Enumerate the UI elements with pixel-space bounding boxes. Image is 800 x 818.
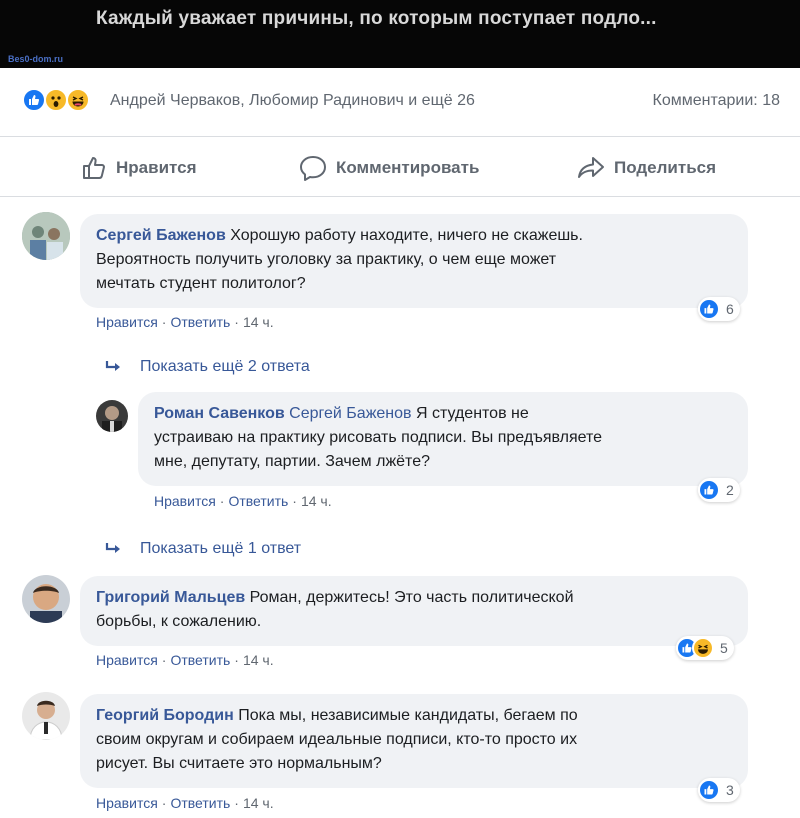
comment-like-link[interactable]: Нравится bbox=[96, 652, 158, 668]
show-more-replies[interactable]: Показать ещё 1 ответ bbox=[104, 540, 301, 558]
comment-time[interactable]: 14 ч. bbox=[243, 314, 274, 330]
comment-like-link[interactable]: Нравится bbox=[154, 493, 216, 509]
comment-author[interactable]: Сергей Баженов bbox=[96, 227, 226, 244]
comment-reply-link[interactable]: Ответить bbox=[228, 493, 288, 509]
reaction-count: 2 bbox=[726, 482, 734, 498]
comment-author[interactable]: Георгий Бородин bbox=[96, 707, 234, 724]
share-button[interactable]: Поделиться bbox=[576, 152, 716, 184]
comment-reaction-count[interactable]: 6 bbox=[698, 297, 740, 321]
like-icon bbox=[698, 479, 720, 501]
comment-text: Пока мы, независимые кандидаты, бегаем п… bbox=[238, 707, 578, 724]
show-more-replies[interactable]: Показать ещё 2 ответа bbox=[104, 358, 310, 376]
comment-like-link[interactable]: Нравится bbox=[96, 795, 158, 811]
comment-time[interactable]: 14 ч. bbox=[301, 493, 332, 509]
comment-actions: Нравится · Ответить · 14 ч. bbox=[96, 652, 274, 668]
comment-actions: Нравится · Ответить · 14 ч. bbox=[154, 493, 332, 509]
like-icon bbox=[22, 88, 46, 112]
comment-reply-link[interactable]: Ответить bbox=[170, 795, 230, 811]
reply-arrow-icon bbox=[105, 361, 120, 371]
video-frame[interactable]: Каждый уважает причины, по которым посту… bbox=[0, 0, 800, 68]
comment-like-link[interactable]: Нравится bbox=[96, 314, 158, 330]
reply-arrow-icon bbox=[105, 543, 120, 553]
comment-text: рисует. Вы считаете это нормальным? bbox=[96, 755, 382, 772]
comment-actions: Нравится · Ответить · 14 ч. bbox=[96, 314, 274, 330]
comment-text: борьбы, к сожалению. bbox=[96, 613, 262, 630]
share-label: Поделиться bbox=[614, 158, 717, 177]
like-label: Нравится bbox=[116, 158, 197, 177]
comment-reaction-count[interactable]: 5 bbox=[676, 636, 734, 660]
comment-text: Вероятность получить уголовку за практик… bbox=[96, 251, 557, 268]
comment-bubble: Георгий Бородин Пока мы, независимые кан… bbox=[80, 694, 748, 788]
divider bbox=[0, 196, 800, 197]
comment-author[interactable]: Григорий Мальцев bbox=[96, 589, 245, 606]
wow-icon bbox=[44, 88, 68, 112]
share-arrow-icon bbox=[578, 157, 604, 178]
comment-text: Хорошую работу находите, ничего не скаже… bbox=[230, 227, 583, 244]
comment-reaction-count[interactable]: 2 bbox=[698, 478, 740, 502]
comment-text: Я студентов не bbox=[415, 405, 529, 422]
comment-time[interactable]: 14 ч. bbox=[243, 795, 274, 811]
comment-author[interactable]: Роман Савенков bbox=[154, 405, 285, 422]
show-more-label: Показать ещё 2 ответа bbox=[140, 358, 310, 375]
avatar-georgiy[interactable] bbox=[22, 692, 70, 740]
show-more-label: Показать ещё 1 ответ bbox=[140, 540, 302, 557]
like-button[interactable]: Нравится bbox=[80, 152, 197, 184]
comment-reaction-count[interactable]: 3 bbox=[698, 778, 740, 802]
avatar-sergey[interactable] bbox=[22, 212, 70, 260]
comment-label: Комментировать bbox=[336, 158, 480, 177]
comment-button[interactable]: Комментировать bbox=[298, 152, 479, 184]
comment-bubble: Сергей Баженов Хорошую работу находите, … bbox=[80, 214, 748, 308]
comment-text: Роман, держитесь! Это часть политической bbox=[249, 589, 574, 606]
comment-time[interactable]: 14 ч. bbox=[243, 652, 274, 668]
comment-text: мечтать студент политолог? bbox=[96, 275, 306, 292]
divider bbox=[0, 136, 800, 137]
comment-reply-link[interactable]: Ответить bbox=[170, 314, 230, 330]
video-caption: Каждый уважает причины, по которым посту… bbox=[96, 8, 657, 29]
comment-reply-link[interactable]: Ответить bbox=[170, 652, 230, 668]
reaction-count: 5 bbox=[720, 640, 728, 656]
like-icon bbox=[698, 779, 720, 801]
comment-text: мне, депутату, партии. Зачем лжёте? bbox=[154, 453, 430, 470]
speech-bubble-icon bbox=[300, 156, 326, 181]
reaction-summary-icons[interactable] bbox=[22, 88, 108, 112]
comment-text: устраиваю на практику рисовать подписи. … bbox=[154, 429, 603, 446]
reactors-list[interactable]: Андрей Черваков, Любомир Радинович и ещё… bbox=[110, 92, 475, 110]
comment-text: своим округам и собираем идеальные подпи… bbox=[96, 731, 578, 748]
mention-link[interactable]: Сергей Баженов bbox=[289, 405, 411, 422]
haha-icon bbox=[692, 637, 714, 659]
haha-icon bbox=[66, 88, 90, 112]
video-watermark: Bes0-dom.ru bbox=[8, 54, 64, 64]
reaction-count: 6 bbox=[726, 301, 734, 317]
like-icon bbox=[698, 298, 720, 320]
reaction-count: 3 bbox=[726, 782, 734, 798]
avatar-grigoriy[interactable] bbox=[22, 575, 70, 623]
comments-count[interactable]: Комментарии: 18 bbox=[653, 92, 780, 110]
thumbs-up-icon bbox=[83, 157, 105, 179]
avatar-roman[interactable] bbox=[96, 400, 128, 432]
comment-bubble: Григорий Мальцев Роман, держитесь! Это ч… bbox=[80, 576, 748, 646]
reply-bubble: Роман Савенков Сергей Баженов Я студенто… bbox=[138, 392, 748, 486]
comment-actions: Нравится · Ответить · 14 ч. bbox=[96, 795, 274, 811]
